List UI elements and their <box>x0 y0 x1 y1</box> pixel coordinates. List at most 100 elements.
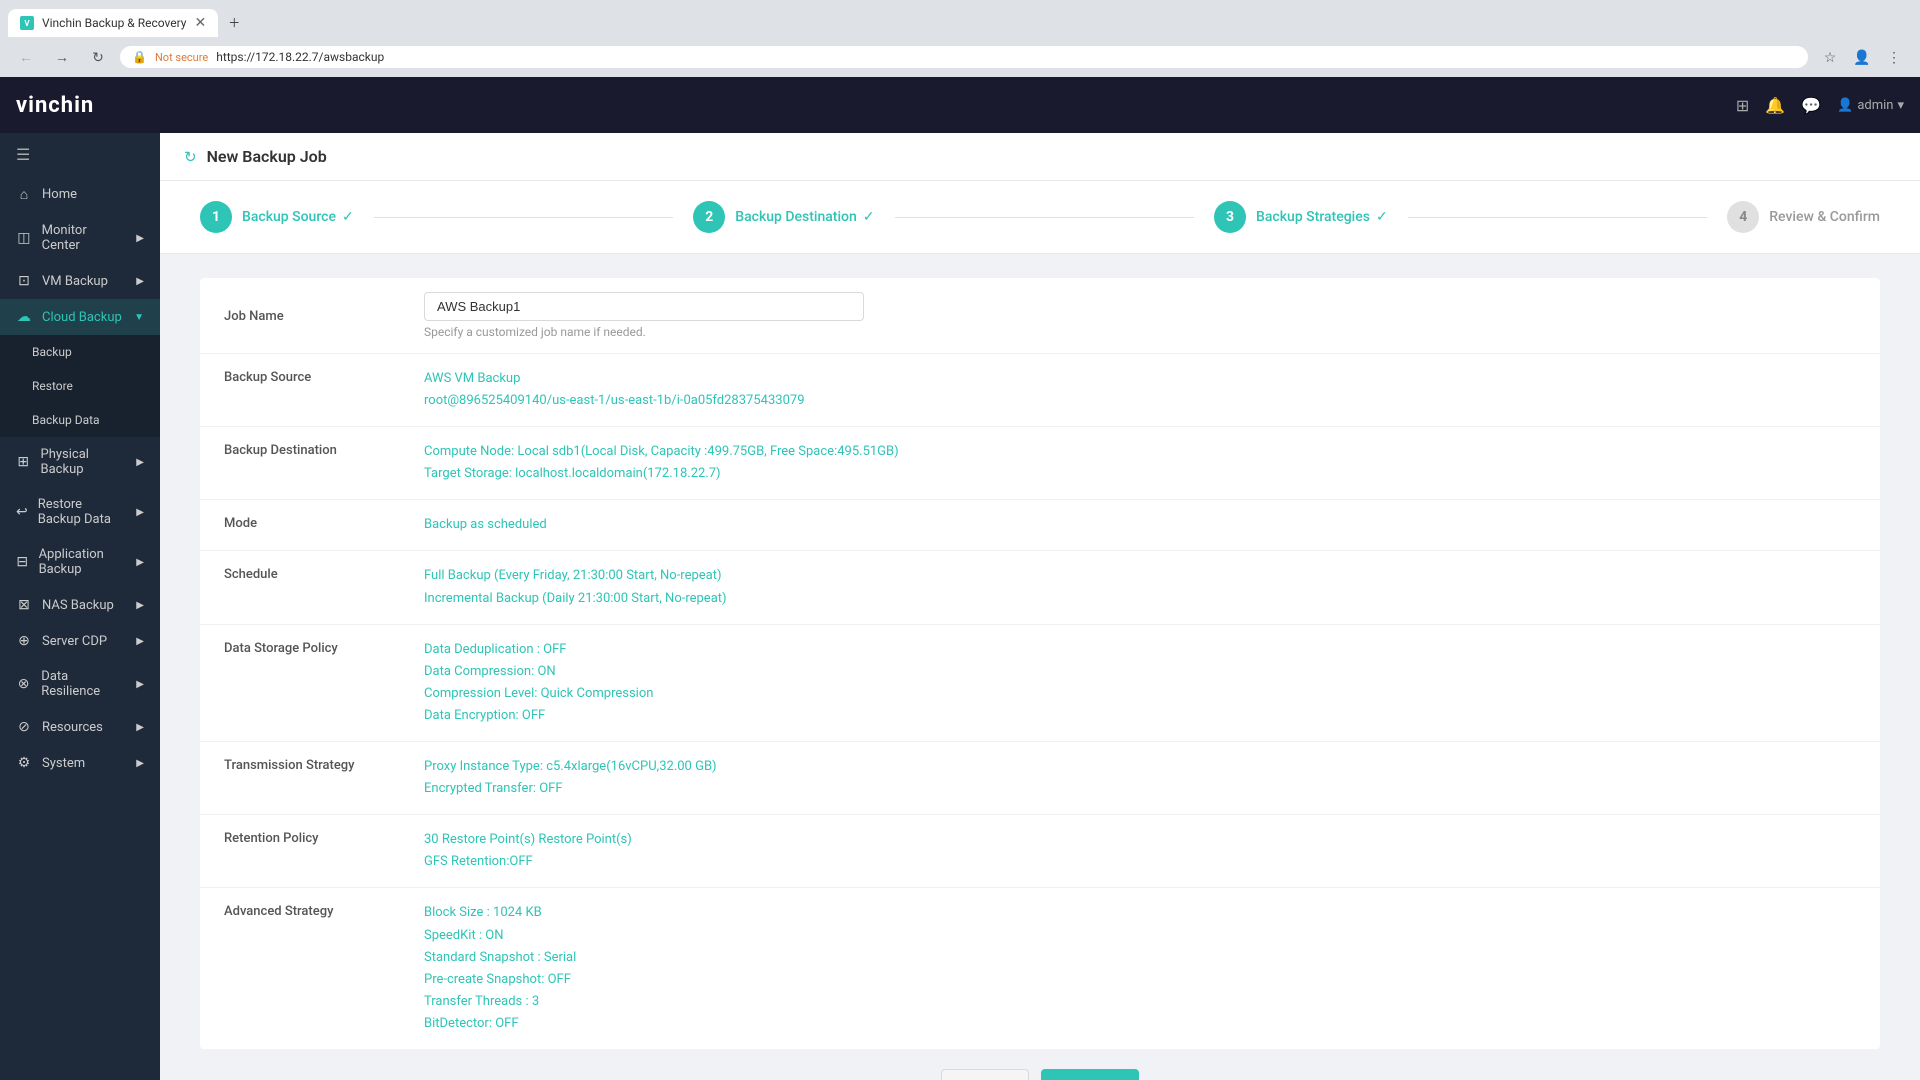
sidebar-item-backupdata[interactable]: Backup Data <box>0 403 160 437</box>
wizard-step-2[interactable]: 2 Backup Destination ✓ <box>693 201 874 233</box>
retention-row: Retention Policy 30 Restore Point(s) Res… <box>200 815 1880 888</box>
step-check-3: ✓ <box>1376 209 1388 225</box>
wizard-step-1[interactable]: 1 Backup Source ✓ <box>200 201 354 233</box>
security-icon: 🔒 <box>132 50 147 64</box>
action-bar: ↩ Back Submit ⊕ <box>200 1049 1880 1080</box>
logo: vinchin <box>16 93 94 118</box>
sidebar-item-restore[interactable]: Restore <box>0 369 160 403</box>
cloud-icon: ☁ <box>16 309 32 325</box>
step-label-3: Backup Strategies ✓ <box>1256 209 1388 225</box>
resources-arrow: ▶ <box>136 722 144 733</box>
browser-chrome: V Vinchin Backup & Recovery ✕ ＋ ← → ↻ 🔒 … <box>0 0 1920 77</box>
page-title: New Backup Job <box>207 147 327 166</box>
sidebar-label-physical: Physical Backup <box>41 447 127 477</box>
step-label-2: Backup Destination ✓ <box>735 209 874 225</box>
sidebar-item-restorebackup[interactable]: ↩ Restore Backup Data ▶ <box>0 487 160 537</box>
backup-destination-value: Compute Node: Local sdb1(Local Disk, Cap… <box>424 441 1856 485</box>
step-check-1: ✓ <box>342 209 354 225</box>
nas-icon: ⊠ <box>16 597 32 613</box>
vm-arrow: ▶ <box>136 276 144 287</box>
advanced-strategy-row: Advanced Strategy Block Size : 1024 KB S… <box>200 888 1880 1049</box>
browser-toolbar: ← → ↻ 🔒 Not secure https://172.18.22.7/a… <box>0 37 1920 77</box>
sidebar-item-servercdp[interactable]: ⊕ Server CDP ▶ <box>0 623 160 659</box>
active-tab[interactable]: V Vinchin Backup & Recovery ✕ <box>8 9 218 37</box>
app-container: ☰ ⌂ Home ◫ Monitor Center ▶ ⊡ VM Backup … <box>0 133 1920 1080</box>
bookmark-button[interactable]: ☆ <box>1816 43 1844 71</box>
system-arrow: ▶ <box>136 758 144 769</box>
chat-icon[interactable]: 💬 <box>1801 96 1821 115</box>
user-menu[interactable]: 👤 admin ▾ <box>1837 98 1904 113</box>
step-check-2: ✓ <box>863 209 875 225</box>
restore-label: Restore <box>32 379 73 393</box>
cdp-icon: ⊕ <box>16 633 32 649</box>
restore-backup-arrow: ▶ <box>136 507 144 518</box>
sidebar-item-cloudbackup[interactable]: ☁ Cloud Backup ▼ <box>0 299 160 335</box>
vm-icon: ⊡ <box>16 273 32 289</box>
backup-label: Backup <box>32 345 72 359</box>
restore-backup-icon: ↩ <box>16 504 28 520</box>
mode-label: Mode <box>224 514 424 531</box>
transmission-label: Transmission Strategy <box>224 756 424 773</box>
step-connector-1 <box>374 217 674 218</box>
sidebar-label-cdp: Server CDP <box>42 634 107 649</box>
main-content: ↻ New Backup Job 1 Backup Source ✓ 2 <box>160 133 1920 1080</box>
step-label-1: Backup Source ✓ <box>242 209 354 225</box>
app-icon: ⊟ <box>16 554 29 570</box>
sidebar-item-appbackup[interactable]: ⊟ Application Backup ▶ <box>0 537 160 587</box>
profile-button[interactable]: 👤 <box>1848 43 1876 71</box>
forward-button[interactable]: → <box>48 43 76 71</box>
menu-button[interactable]: ⋮ <box>1880 43 1908 71</box>
bell-icon[interactable]: 🔔 <box>1765 96 1785 115</box>
monitor-icon: ◫ <box>16 230 32 246</box>
sidebar-item-system[interactable]: ⚙ System ▶ <box>0 745 160 781</box>
new-tab-button[interactable]: ＋ <box>218 8 250 37</box>
sidebar-label-resources: Resources <box>42 720 103 735</box>
schedule-label: Schedule <box>224 565 424 582</box>
schedule-value: Full Backup (Every Friday, 21:30:00 Star… <box>424 565 1856 609</box>
reload-button[interactable]: ↻ <box>84 43 112 71</box>
review-table: Job Name Specify a customized job name i… <box>200 278 1880 1049</box>
job-name-row: Job Name Specify a customized job name i… <box>200 278 1880 354</box>
cloud-submenu: Backup Restore Backup Data <box>0 335 160 437</box>
sidebar-item-dataresilience[interactable]: ⊗ Data Resilience ▶ <box>0 659 160 709</box>
browser-action-buttons: ☆ 👤 ⋮ <box>1816 43 1908 71</box>
sidebar: ☰ ⌂ Home ◫ Monitor Center ▶ ⊡ VM Backup … <box>0 133 160 1080</box>
sidebar-label-resilience: Data Resilience <box>41 669 126 699</box>
step-connector-3 <box>1408 217 1708 218</box>
submit-button[interactable]: Submit ⊕ <box>1041 1069 1138 1080</box>
storage-policy-row: Data Storage Policy Data Deduplication :… <box>200 625 1880 742</box>
user-label: admin <box>1857 98 1893 113</box>
sidebar-label-vm: VM Backup <box>42 274 108 289</box>
sidebar-item-monitor[interactable]: ◫ Monitor Center ▶ <box>0 213 160 263</box>
advanced-strategy-label: Advanced Strategy <box>224 902 424 919</box>
mode-row: Mode Backup as scheduled <box>200 500 1880 551</box>
nas-arrow: ▶ <box>136 600 144 611</box>
sidebar-label-app: Application Backup <box>39 547 127 577</box>
wizard-step-4[interactable]: 4 Review & Confirm <box>1727 201 1880 233</box>
job-name-input[interactable] <box>424 292 864 321</box>
address-bar[interactable]: 🔒 Not secure https://172.18.22.7/awsback… <box>120 46 1808 68</box>
tab-close-button[interactable]: ✕ <box>194 15 206 31</box>
sidebar-item-nasbackup[interactable]: ⊠ NAS Backup ▶ <box>0 587 160 623</box>
cdp-arrow: ▶ <box>136 636 144 647</box>
sidebar-item-vmbackup[interactable]: ⊡ VM Backup ▶ <box>0 263 160 299</box>
sidebar-label-cloud: Cloud Backup <box>42 310 122 325</box>
logo-vin: vin <box>16 93 48 118</box>
advanced-strategy-value: Block Size : 1024 KB SpeedKit : ON Stand… <box>424 902 1856 1035</box>
transmission-row: Transmission Strategy Proxy Instance Typ… <box>200 742 1880 815</box>
back-button[interactable]: ← <box>12 43 40 71</box>
back-button[interactable]: ↩ Back <box>941 1069 1029 1080</box>
sidebar-label-restore-backup: Restore Backup Data <box>38 497 127 527</box>
grid-icon[interactable]: ⊞ <box>1736 96 1749 115</box>
step-circle-2: 2 <box>693 201 725 233</box>
wizard-step-3[interactable]: 3 Backup Strategies ✓ <box>1214 201 1388 233</box>
step-circle-3: 3 <box>1214 201 1246 233</box>
tab-title: Vinchin Backup & Recovery <box>42 16 186 30</box>
storage-policy-label: Data Storage Policy <box>224 639 424 656</box>
page-refresh-icon[interactable]: ↻ <box>184 148 197 166</box>
sidebar-toggle[interactable]: ☰ <box>0 133 160 176</box>
sidebar-item-backup[interactable]: Backup <box>0 335 160 369</box>
sidebar-item-resources[interactable]: ⊘ Resources ▶ <box>0 709 160 745</box>
sidebar-item-home[interactable]: ⌂ Home <box>0 176 160 213</box>
sidebar-item-physicalbackup[interactable]: ⊞ Physical Backup ▶ <box>0 437 160 487</box>
